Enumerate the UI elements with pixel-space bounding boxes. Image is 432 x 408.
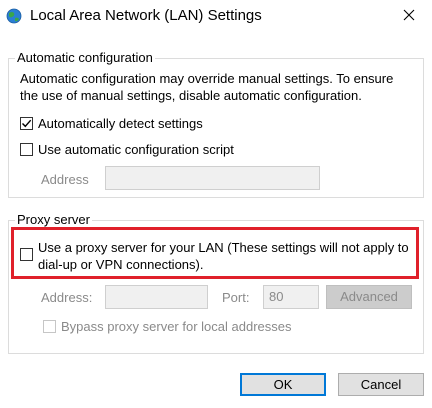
window-title: Local Area Network (LAN) Settings bbox=[30, 7, 262, 24]
proxy-address-label: Address: bbox=[41, 290, 93, 305]
proxy-highlight-box bbox=[11, 227, 419, 279]
script-address-label: Address bbox=[41, 172, 89, 187]
title-bar: Local Area Network (LAN) Settings bbox=[0, 0, 432, 34]
network-globe-icon bbox=[6, 8, 22, 24]
detect-settings-option[interactable]: Automatically detect settings bbox=[20, 116, 203, 131]
ok-button[interactable]: OK bbox=[240, 373, 326, 396]
lan-settings-dialog: Local Area Network (LAN) Settings Automa… bbox=[0, 0, 432, 408]
bypass-local-option[interactable]: Bypass proxy server for local addresses bbox=[43, 319, 291, 334]
close-icon bbox=[403, 9, 415, 24]
auto-config-script-label: Use automatic configuration script bbox=[38, 142, 234, 157]
auto-config-description-line2: the use of manual settings, disable auto… bbox=[20, 88, 362, 103]
proxy-port-field[interactable]: 80 bbox=[263, 285, 319, 309]
detect-settings-label: Automatically detect settings bbox=[38, 116, 203, 131]
bypass-local-label: Bypass proxy server for local addresses bbox=[61, 319, 292, 334]
script-address-field[interactable] bbox=[105, 166, 320, 190]
auto-config-script-option[interactable]: Use automatic configuration script bbox=[20, 142, 234, 157]
proxy-server-label: Proxy server bbox=[15, 212, 92, 228]
cancel-button[interactable]: Cancel bbox=[338, 373, 424, 396]
close-button[interactable] bbox=[386, 0, 432, 33]
advanced-button[interactable]: Advanced bbox=[326, 285, 412, 309]
proxy-address-field[interactable] bbox=[105, 285, 208, 309]
auto-config-script-checkbox[interactable] bbox=[20, 143, 33, 156]
proxy-port-label: Port: bbox=[222, 290, 250, 305]
automatic-configuration-label: Automatic configuration bbox=[15, 50, 155, 66]
auto-config-description-line1: Automatic configuration may override man… bbox=[20, 71, 394, 86]
bypass-local-checkbox[interactable] bbox=[43, 320, 56, 333]
detect-settings-checkbox[interactable] bbox=[20, 117, 33, 130]
